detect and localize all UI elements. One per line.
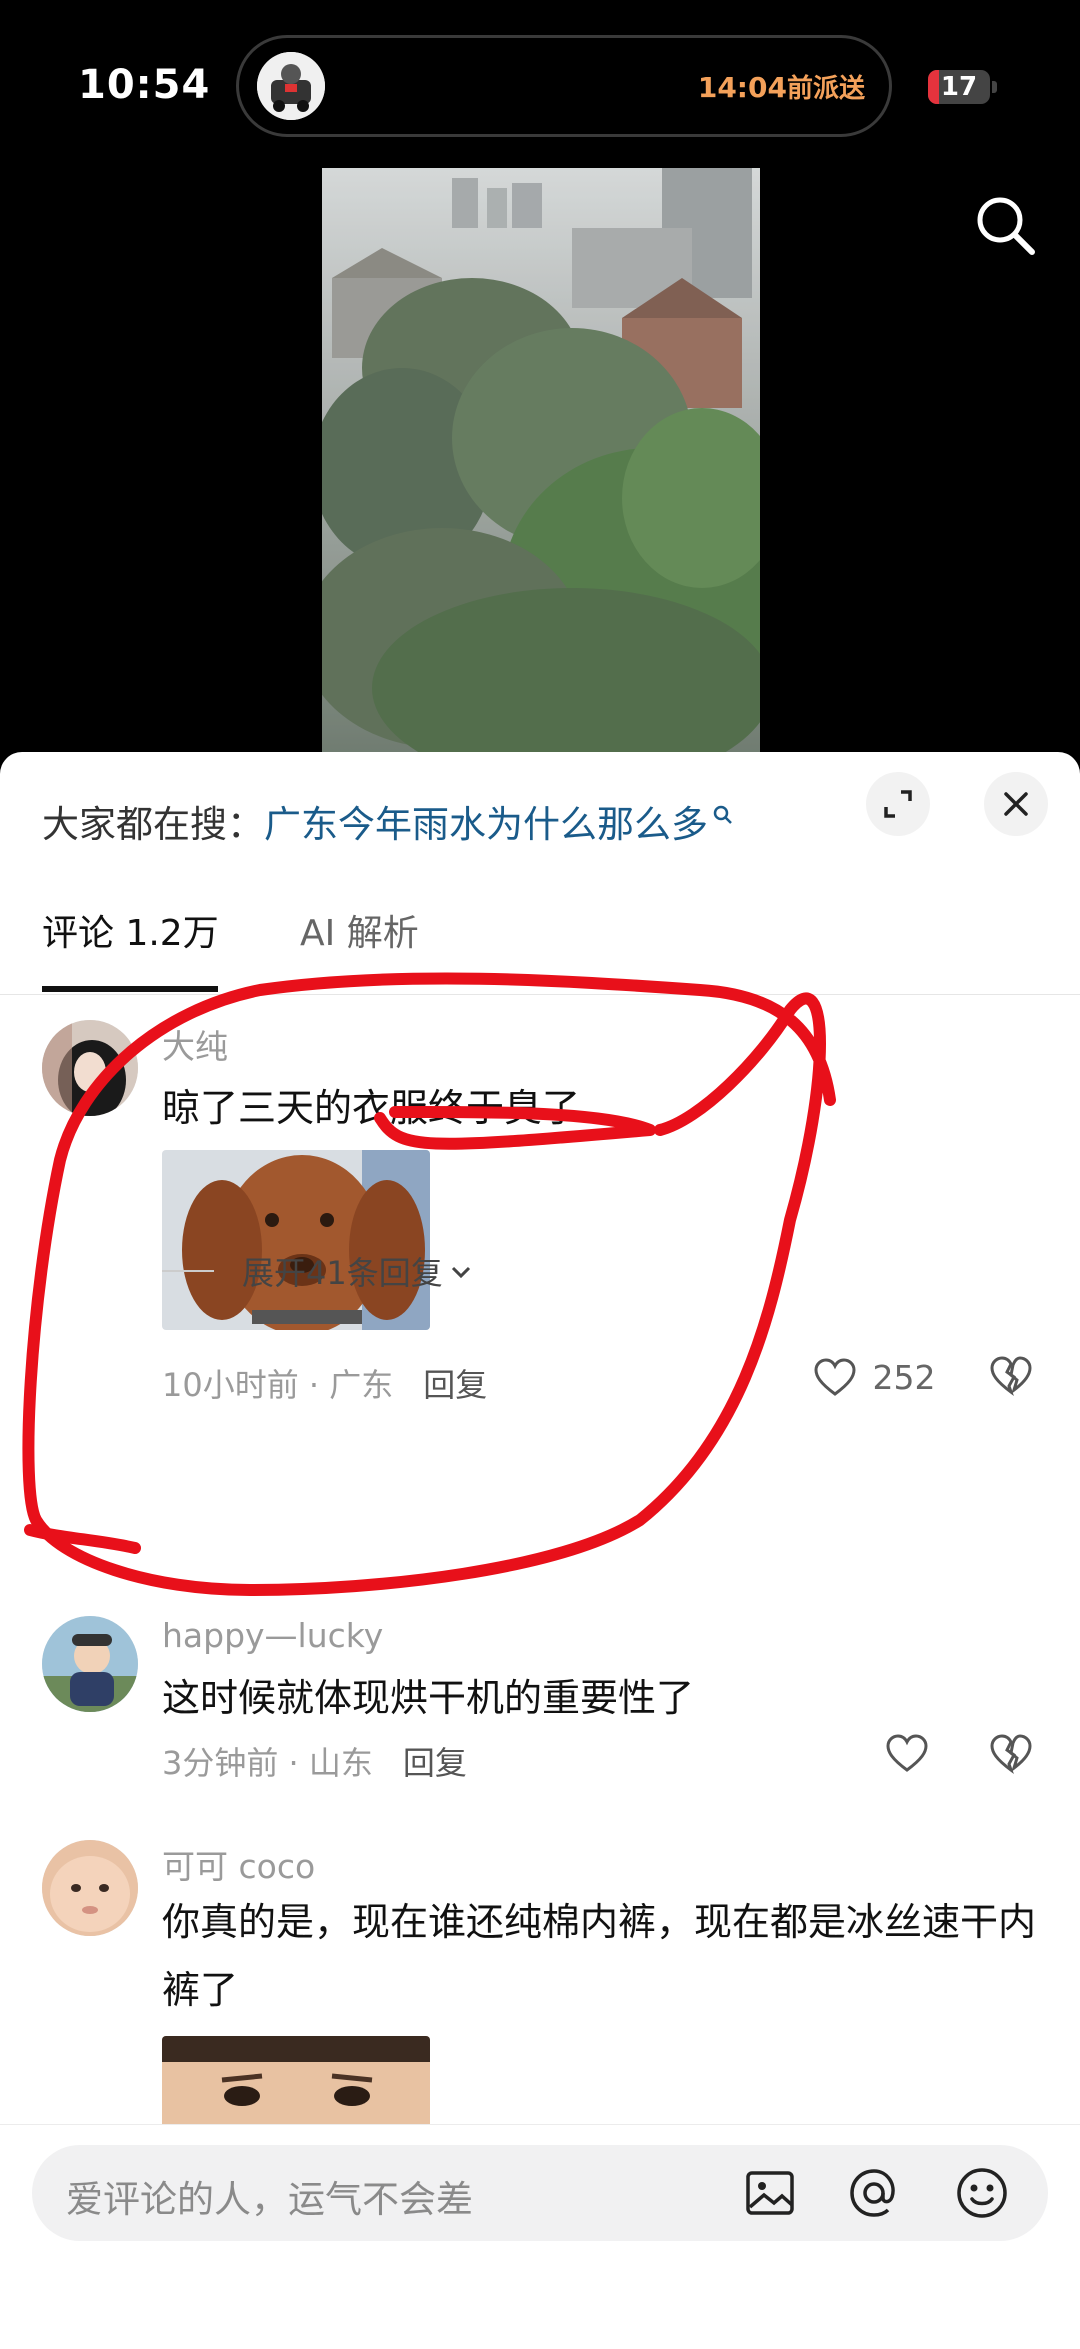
comment-text: 这时候就体现烘干机的重要性了 bbox=[162, 1676, 695, 1720]
broken-heart-icon[interactable] bbox=[990, 1356, 1032, 1400]
dynamic-island[interactable]: 14:04前派送 bbox=[236, 35, 892, 137]
expand-replies-label: 展开41条回复 bbox=[242, 1254, 443, 1292]
comment-image[interactable] bbox=[162, 2036, 430, 2130]
comment-input[interactable]: 爱评论的人，运气不会差 bbox=[32, 2145, 1048, 2241]
battery-tip bbox=[992, 81, 997, 93]
battery-level: 17 bbox=[940, 72, 978, 102]
comment-text: 晾了三天的衣服终于臭了 bbox=[162, 1086, 581, 1130]
hot-search-prefix: 大家都在搜： bbox=[42, 803, 264, 846]
comment-time-location: 10小时前 · 广东 bbox=[162, 1366, 394, 1404]
delivery-text: 前派送 bbox=[786, 74, 865, 104]
avatar[interactable] bbox=[42, 1616, 138, 1712]
divider-line bbox=[162, 1270, 214, 1272]
comment-item: 可可 coco 你真的是，现在谁还纯棉内裤，现在都是冰丝速干内裤了 bbox=[0, 1840, 1080, 2130]
emoji-icon[interactable] bbox=[952, 2163, 1012, 2223]
comments-sheet: 大家都在搜：广东今年雨水为什么那么多 评论 1.2万 AI 解析 大纯 晾了三天… bbox=[0, 752, 1080, 2348]
delivery-avatar bbox=[257, 52, 325, 120]
heart-icon bbox=[886, 1734, 928, 1772]
tab-ai-analysis[interactable]: AI 解析 bbox=[300, 904, 419, 956]
comment-item: happy—lucky 这时候就体现烘干机的重要性了 3分钟前 · 山东 回复 bbox=[0, 1616, 1080, 1782]
comment-username[interactable]: 可可 coco bbox=[162, 1840, 315, 1888]
comment-username[interactable]: happy—lucky bbox=[162, 1616, 383, 1655]
comment-text: 你真的是，现在谁还纯棉内裤，现在都是冰丝速干内裤了 bbox=[162, 1900, 1037, 2012]
like-button[interactable]: 252 bbox=[814, 1356, 936, 1398]
delivery-time: 14:04 bbox=[697, 71, 787, 104]
video-player[interactable] bbox=[322, 168, 760, 752]
status-time: 10:54 bbox=[78, 62, 211, 108]
comment-username[interactable]: 大纯 bbox=[162, 1020, 228, 1068]
broken-heart-icon[interactable] bbox=[990, 1734, 1032, 1778]
avatar[interactable] bbox=[42, 1020, 138, 1116]
battery-indicator: 17 bbox=[928, 70, 990, 104]
like-count: 252 bbox=[872, 1358, 936, 1397]
chevron-down-icon bbox=[449, 1252, 473, 1290]
comment-input-bar: 爱评论的人，运气不会差 bbox=[0, 2124, 1080, 2349]
search-icon[interactable] bbox=[972, 192, 1038, 258]
avatar[interactable] bbox=[42, 1840, 138, 1936]
reply-button[interactable]: 回复 bbox=[403, 1744, 467, 1782]
tab-bar: 评论 1.2万 AI 解析 bbox=[0, 904, 1080, 995]
reply-button[interactable]: 回复 bbox=[423, 1366, 487, 1404]
comment-meta: 10小时前 · 广东 回复 bbox=[162, 1360, 487, 1406]
hot-search-icon bbox=[712, 794, 734, 837]
at-icon[interactable] bbox=[844, 2163, 904, 2223]
hot-search-bar[interactable]: 大家都在搜：广东今年雨水为什么那么多 bbox=[42, 794, 734, 848]
expand-icon[interactable] bbox=[866, 772, 930, 836]
comment-item: 大纯 晾了三天的衣服终于臭了 10小时前 · 广东 回复 252 bbox=[0, 1020, 1080, 1404]
tab-active-indicator bbox=[42, 986, 218, 992]
comment-time-location: 3分钟前 · 山东 bbox=[162, 1744, 373, 1782]
heart-icon bbox=[814, 1357, 856, 1396]
comment-input-placeholder: 爱评论的人，运气不会差 bbox=[66, 2178, 473, 2221]
close-icon[interactable] bbox=[984, 772, 1048, 836]
tab-comments[interactable]: 评论 1.2万 bbox=[42, 904, 219, 956]
image-icon[interactable] bbox=[740, 2163, 800, 2223]
comment-image[interactable] bbox=[162, 1150, 430, 1330]
like-button[interactable] bbox=[886, 1734, 928, 1782]
delivery-status: 14:04前派送 bbox=[698, 68, 865, 105]
expand-replies-button[interactable]: 展开41条回复 bbox=[162, 1248, 473, 1294]
comment-meta: 3分钟前 · 山东 回复 bbox=[162, 1738, 467, 1784]
hot-search-query[interactable]: 广东今年雨水为什么那么多 bbox=[264, 803, 708, 846]
